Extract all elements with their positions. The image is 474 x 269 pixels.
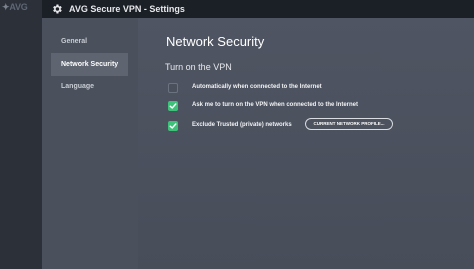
gear-icon bbox=[53, 4, 62, 14]
checkmark-icon bbox=[169, 103, 177, 109]
option-exclude-trusted: Exclude Trusted (private) networks CURRE… bbox=[168, 118, 458, 133]
auto-connect-label: Automatically when connected to the Inte… bbox=[192, 84, 322, 90]
exclude-trusted-label: Exclude Trusted (private) networks bbox=[192, 122, 292, 128]
ask-to-connect-label: Ask me to turn on the VPN when connected… bbox=[192, 102, 359, 108]
background-window: ✦AVG bbox=[0, 0, 42, 269]
sidebar-item-label: Language bbox=[61, 83, 95, 90]
settings-content: Network Security Turn on the VPN Automat… bbox=[138, 18, 474, 269]
auto-connect-checkbox[interactable] bbox=[168, 83, 178, 93]
checkmark-icon bbox=[169, 123, 177, 129]
current-network-profile-button[interactable]: CURRENT NETWORK PROFILE... bbox=[305, 118, 393, 130]
option-ask-to-connect: Ask me to turn on the VPN when connected… bbox=[168, 101, 458, 113]
option-auto-connect: Automatically when connected to the Inte… bbox=[168, 83, 458, 95]
settings-sidebar: General Network Security Language bbox=[42, 18, 138, 269]
background-logo-text: AVG bbox=[9, 2, 28, 12]
window-title: AVG Secure VPN - Settings bbox=[69, 4, 185, 14]
page-title: Network Security bbox=[166, 34, 265, 49]
sidebar-item-network-security[interactable]: Network Security bbox=[51, 53, 128, 76]
sidebar-item-general[interactable]: General bbox=[51, 30, 128, 53]
sidebar-item-language[interactable]: Language bbox=[51, 75, 128, 98]
ask-to-connect-checkbox[interactable] bbox=[168, 101, 178, 111]
sidebar-item-label: Network Security bbox=[61, 61, 119, 68]
background-logo: ✦AVG bbox=[2, 2, 28, 13]
section-title: Turn on the VPN bbox=[165, 62, 232, 72]
sidebar-item-label: General bbox=[61, 38, 88, 45]
title-bar: AVG Secure VPN - Settings bbox=[42, 0, 474, 18]
exclude-trusted-checkbox[interactable] bbox=[168, 121, 178, 131]
